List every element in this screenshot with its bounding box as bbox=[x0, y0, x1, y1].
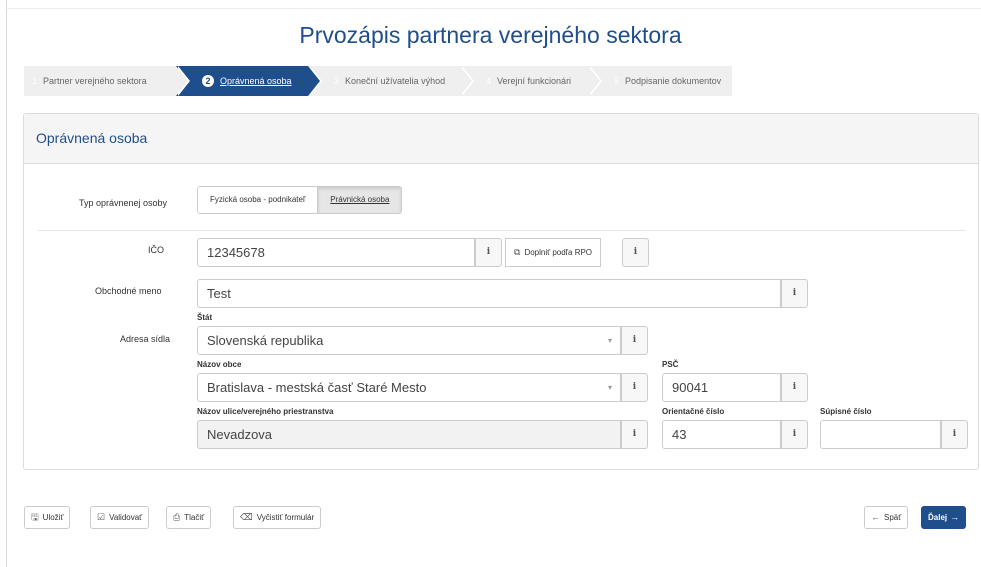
stat-value: Slovenská republika bbox=[207, 333, 324, 348]
pravnicka-osoba-option[interactable]: Právnická osoba bbox=[317, 187, 402, 213]
step-label: Partner verejného sektora bbox=[43, 76, 147, 86]
typ-osoby-toggle: Fyzická osoba - podnikateľ Právnická oso… bbox=[197, 186, 403, 214]
print-label: Tlačiť bbox=[184, 513, 205, 522]
clear-form-button[interactable]: ⌫ Vyčistiť formulár bbox=[233, 506, 322, 529]
psc-label: PSČ bbox=[662, 360, 679, 369]
supisne-cislo-input[interactable] bbox=[820, 420, 941, 449]
back-button[interactable]: ← Späť bbox=[864, 506, 909, 529]
supisne-cislo-label: Súpisné číslo bbox=[820, 407, 872, 416]
wizard-step-2[interactable]: 2 Oprávnená osoba bbox=[176, 66, 322, 96]
adresa-sidla-label: Adresa sídla bbox=[120, 334, 171, 344]
step-label: Koneční užívatelia výhod bbox=[345, 76, 446, 86]
printer-icon: ⎙ bbox=[173, 512, 181, 522]
orientacne-cislo-input[interactable]: 43 bbox=[662, 420, 781, 449]
caret-down-icon: ▾ bbox=[607, 336, 612, 345]
stat-label: Štát bbox=[197, 313, 213, 322]
step-number: 4 bbox=[486, 76, 492, 86]
arrow-left-icon: ← bbox=[871, 512, 880, 522]
step-number: 2 bbox=[202, 75, 214, 87]
step-number: 5 bbox=[614, 76, 620, 86]
info-icon: i bbox=[633, 247, 638, 257]
info-icon: i bbox=[792, 288, 797, 298]
form-panel: Oprávnená osoba Typ oprávnenej osoby Fyz… bbox=[23, 113, 979, 470]
caret-down-icon: ▾ bbox=[607, 383, 612, 392]
doplnit-rpo-label: Doplniť podľa RPO bbox=[524, 248, 593, 257]
supisne-cislo-info-button[interactable]: i bbox=[941, 420, 968, 449]
info-icon: i bbox=[792, 429, 797, 439]
checkbox-icon: ☑ bbox=[97, 512, 106, 522]
step-label: Verejní funkcionári bbox=[497, 76, 572, 86]
wizard-step-4[interactable]: 4 Verejní funkcionári bbox=[460, 66, 602, 96]
info-icon: i bbox=[792, 382, 797, 392]
step-label: Podpisanie dokumentov bbox=[625, 76, 722, 86]
obec-label: Názov obce bbox=[197, 360, 242, 369]
validate-label: Validovať bbox=[109, 513, 143, 522]
step-number: 1 bbox=[32, 76, 38, 86]
step-number: 3 bbox=[334, 76, 340, 86]
divider bbox=[38, 230, 966, 231]
ico-info-button[interactable]: i bbox=[475, 238, 502, 267]
save-label: Uložiť bbox=[42, 513, 64, 522]
wizard-step-1[interactable]: 1 Partner verejného sektora bbox=[24, 66, 190, 96]
rpo-info-button[interactable]: i bbox=[622, 238, 649, 267]
orientacne-cislo-info-button[interactable]: i bbox=[781, 420, 808, 449]
doplnit-rpo-button[interactable]: ⧉ Doplniť podľa RPO bbox=[505, 238, 602, 267]
next-button[interactable]: Ďalej → bbox=[921, 506, 967, 529]
stat-info-button[interactable]: i bbox=[621, 326, 648, 355]
ulica-input[interactable]: Nevadzova bbox=[197, 420, 621, 449]
fyzicka-osoba-option[interactable]: Fyzická osoba - podnikateľ bbox=[198, 187, 318, 213]
floppy-icon: 🖫 bbox=[31, 512, 39, 522]
window-left-border bbox=[6, 0, 7, 567]
obec-value: Bratislava - mestská časť Staré Mesto bbox=[207, 380, 427, 395]
info-icon: i bbox=[952, 429, 957, 439]
stat-select[interactable]: Slovenská republika ▾ bbox=[197, 326, 621, 355]
info-icon: i bbox=[632, 335, 637, 345]
obec-info-button[interactable]: i bbox=[621, 373, 648, 402]
ulica-info-button[interactable]: i bbox=[621, 420, 648, 449]
next-label: Ďalej bbox=[928, 513, 948, 522]
print-button[interactable]: ⎙ Tlačiť bbox=[166, 506, 212, 529]
copy-icon: ⧉ bbox=[514, 247, 521, 257]
window-top-border bbox=[6, 8, 981, 9]
obchodne-meno-input[interactable]: Test bbox=[197, 279, 781, 308]
validate-button[interactable]: ☑ Validovať bbox=[90, 506, 150, 529]
obchodne-meno-info-button[interactable]: i bbox=[781, 279, 808, 308]
obchodne-meno-label: Obchodné meno bbox=[95, 286, 162, 296]
psc-info-button[interactable]: i bbox=[781, 373, 808, 402]
panel-header: Oprávnená osoba bbox=[24, 114, 978, 164]
ico-label: IČO bbox=[148, 245, 165, 255]
ico-input[interactable]: 12345678 bbox=[197, 238, 475, 267]
page-title: Prvozápis partnera verejného sektora bbox=[299, 22, 682, 48]
info-icon: i bbox=[486, 247, 491, 257]
arrow-right-icon: → bbox=[950, 512, 960, 522]
eraser-icon: ⌫ bbox=[240, 512, 253, 522]
clear-form-label: Vyčistiť formulár bbox=[256, 513, 315, 522]
save-button[interactable]: 🖫 Uložiť bbox=[24, 506, 71, 529]
panel-title: Oprávnená osoba bbox=[36, 130, 148, 146]
obec-select[interactable]: Bratislava - mestská časť Staré Mesto ▾ bbox=[197, 373, 621, 402]
info-icon: i bbox=[632, 382, 637, 392]
typ-osoby-label: Typ oprávnenej osoby bbox=[79, 198, 168, 208]
wizard-step-5[interactable]: 5 Podpisanie dokumentov bbox=[588, 66, 732, 96]
orientacne-cislo-label: Orientačné číslo bbox=[662, 407, 725, 416]
info-icon: i bbox=[632, 429, 637, 439]
step-label: Oprávnená osoba bbox=[220, 76, 292, 86]
wizard-step-3[interactable]: 3 Koneční užívatelia výhod bbox=[308, 66, 474, 96]
back-label: Späť bbox=[884, 513, 902, 522]
psc-input[interactable]: 90041 bbox=[662, 373, 781, 402]
ulica-label: Názov ulice/verejného priestranstva bbox=[197, 407, 334, 416]
